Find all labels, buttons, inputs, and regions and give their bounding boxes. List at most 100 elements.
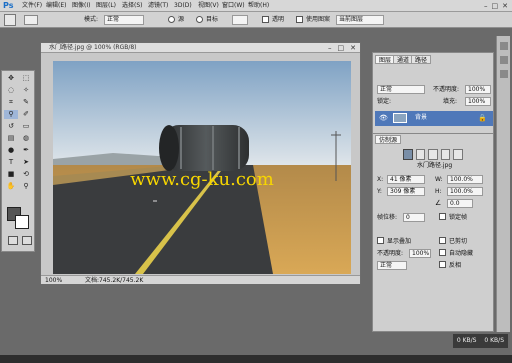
lock-frame-checkbox[interactable] (439, 213, 446, 220)
tab-layers[interactable]: 图层 (375, 55, 396, 64)
overlay-opacity-field[interactable]: 100% (409, 249, 431, 258)
eyedropper-icon[interactable]: ✎ (19, 98, 33, 107)
hand-tool-icon[interactable]: ✋ (4, 182, 18, 191)
lock-label: 锁定: (377, 98, 392, 105)
overlay-mode-select[interactable]: 正常 (377, 261, 407, 270)
3d-rotate-icon[interactable]: ⟲ (19, 170, 33, 179)
toolbox: ✥ ⬚ ◌ ✧ ⌗ ✎ ⚲ ✐ ↺ ▭ ▤ ◍ ● ✒ T ➤ ■ ⟲ ✋ ⚲ (1, 70, 35, 252)
taskbar (0, 355, 512, 363)
panel-dock-strip (496, 36, 510, 332)
lasso-tool-icon[interactable]: ◌ (4, 86, 18, 95)
doc-close-button[interactable]: ✕ (350, 43, 356, 53)
shape-tool-icon[interactable]: ■ (4, 170, 18, 179)
menu-layer[interactable]: 图层(L) (96, 1, 116, 11)
photoshop-logo: Ps (3, 1, 14, 10)
brush-preset-picker[interactable] (24, 15, 38, 25)
layer-name: 背景 (415, 114, 428, 121)
clipped-checkbox[interactable] (439, 237, 446, 244)
sample-select[interactable]: 当前图层 (336, 15, 384, 25)
pattern-picker[interactable] (232, 15, 248, 25)
auto-hide-checkbox[interactable] (439, 249, 446, 256)
adjustments-icon[interactable] (500, 70, 508, 78)
zoom-level[interactable]: 100% (45, 276, 62, 285)
destination-radio[interactable] (196, 16, 203, 23)
mode-select[interactable]: 正常 (104, 15, 144, 25)
show-overlay-label: 显示叠加 (387, 238, 412, 245)
clone-source-4-icon[interactable] (440, 149, 451, 160)
angle-field[interactable]: 0.0 (447, 199, 473, 208)
menu-help[interactable]: 帮助(H) (248, 1, 269, 11)
image-canvas[interactable]: www.cg-ku.com (53, 61, 351, 274)
destination-label: 目标 (206, 16, 219, 23)
menu-filter[interactable]: 滤镜(T) (148, 1, 168, 11)
offset-x-field[interactable]: 41 像素 (387, 175, 425, 184)
close-button[interactable]: ✕ (502, 1, 508, 11)
menu-view[interactable]: 视图(V) (198, 1, 219, 11)
fill-label: 填充: (443, 98, 458, 105)
transparent-checkbox[interactable] (262, 16, 269, 23)
clone-source-1-icon[interactable] (403, 149, 413, 160)
layer-row-background[interactable]: 👁 背景 🔒 (375, 111, 493, 126)
offset-x-label: X: (377, 176, 384, 183)
quick-mask-icon[interactable] (8, 236, 18, 245)
width-label: W: (435, 176, 443, 183)
history-icon[interactable] (500, 42, 508, 50)
screen-mode-icon[interactable] (22, 236, 32, 245)
marquee-tool-icon[interactable]: ⬚ (19, 74, 33, 83)
show-overlay-checkbox[interactable] (377, 237, 384, 244)
blur-tool-icon[interactable]: ◍ (19, 134, 33, 143)
opacity-field[interactable]: 100% (465, 85, 491, 94)
path-select-icon[interactable]: ➤ (19, 158, 33, 167)
history-brush-icon[interactable]: ↺ (4, 122, 18, 131)
blend-mode-select[interactable]: 正常 (377, 85, 425, 94)
clone-source-2-icon[interactable] (415, 149, 426, 160)
swatches-icon[interactable] (500, 56, 508, 64)
menu-3d[interactable]: 3D(D) (174, 1, 192, 11)
document-titlebar: 水门路径.jpg @ 100% (RGB/8) – □ ✕ (41, 43, 360, 53)
upload-speed: 0 KB/S (456, 337, 477, 344)
document-controls: – □ ✕ (328, 43, 356, 53)
eraser-tool-icon[interactable]: ▭ (19, 122, 33, 131)
eye-icon[interactable]: 👁 (379, 114, 388, 122)
brush-tool-icon[interactable]: ✐ (19, 110, 33, 119)
clone-stamp-tool-icon[interactable]: ⚲ (4, 110, 18, 119)
use-pattern-checkbox[interactable] (296, 16, 303, 23)
tool-preset-icon[interactable] (4, 14, 16, 26)
height-field[interactable]: 100.0% (447, 187, 483, 196)
opacity-label: 不透明度: (433, 86, 460, 93)
menu-file[interactable]: 文件(F) (22, 1, 42, 11)
watermark-text: www.cg-ku.com (130, 169, 274, 190)
dodge-tool-icon[interactable]: ● (4, 146, 18, 155)
menu-image[interactable]: 图像(I) (72, 1, 90, 11)
move-tool-icon[interactable]: ✥ (4, 74, 18, 83)
tab-channels[interactable]: 通道 (393, 55, 414, 64)
width-field[interactable]: 100.0% (447, 175, 483, 184)
clone-source-5-icon[interactable] (453, 149, 463, 160)
doc-minimize-button[interactable]: – (328, 43, 332, 53)
background-color-swatch[interactable] (15, 215, 29, 229)
zoom-tool-icon[interactable]: ⚲ (19, 182, 33, 191)
pen-tool-icon[interactable]: ✒ (19, 146, 33, 155)
gradient-tool-icon[interactable]: ▤ (4, 134, 18, 143)
fill-field[interactable]: 100% (465, 97, 491, 106)
tab-clone-source[interactable]: 仿制源 (375, 135, 402, 144)
minimize-button[interactable]: – (484, 1, 488, 11)
lock-icon: 🔒 (478, 114, 487, 122)
tab-paths[interactable]: 路径 (411, 55, 432, 64)
type-tool-icon[interactable]: T (4, 158, 18, 167)
document-title: 水门路径.jpg @ 100% (RGB/8) (49, 44, 137, 51)
maximize-button[interactable]: □ (492, 1, 499, 11)
menu-select[interactable]: 选择(S) (122, 1, 143, 11)
frame-offset-field[interactable]: 0 (403, 213, 425, 222)
offset-y-field[interactable]: 309 像素 (387, 187, 425, 196)
magic-wand-icon[interactable]: ✧ (19, 86, 33, 95)
crop-tool-icon[interactable]: ⌗ (4, 98, 18, 107)
clone-source-3-icon[interactable] (428, 149, 438, 160)
frame-offset-label: 帧位移: (377, 214, 398, 221)
download-speed: 0 KB/S (484, 337, 504, 344)
invert-checkbox[interactable] (439, 261, 446, 268)
source-radio[interactable] (168, 16, 175, 23)
menu-window[interactable]: 窗口(W) (222, 1, 245, 11)
doc-maximize-button[interactable]: □ (338, 43, 345, 53)
menu-edit[interactable]: 编辑(E) (46, 1, 66, 11)
